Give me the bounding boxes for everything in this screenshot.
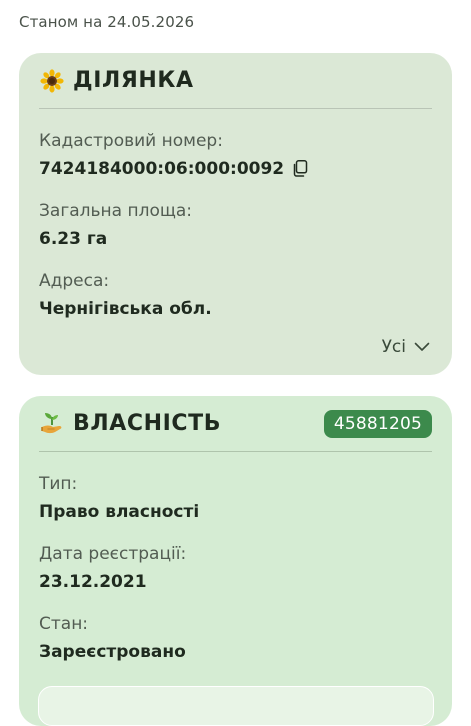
registration-date-label: Дата реєстрації: — [39, 544, 187, 564]
show-all-button[interactable]: Усі — [382, 337, 430, 357]
plot-card-title: ДІЛЯНКА — [73, 68, 194, 93]
cadastral-number-value: 7424184000:06:000:0092 — [39, 159, 285, 179]
ownership-type-value: Право власності — [39, 502, 200, 522]
registration-date-value: 23.12.2021 — [39, 572, 147, 592]
show-all-label: Усі — [381, 337, 406, 357]
cadastral-number-row: 7424184000:06:000:0092 — [39, 159, 432, 179]
plot-card: ДІЛЯНКА Кадастровий номер: 7424184000:06… — [19, 53, 452, 375]
ownership-card: ВЛАСНІСТЬ 45881205 Тип: Право власності … — [19, 396, 452, 726]
sunflower-icon — [39, 68, 65, 94]
ownership-card-title: ВЛАСНІСТЬ — [73, 411, 222, 436]
status-value: Зареєстровано — [39, 642, 186, 662]
as-of-date: Станом на 24.05.2026 — [19, 13, 195, 31]
chevron-down-icon — [414, 342, 430, 352]
cadastral-number-label: Кадастровий номер: — [39, 131, 223, 151]
address-label: Адреса: — [39, 271, 110, 291]
ownership-card-header: ВЛАСНІСТЬ 45881205 — [39, 396, 432, 452]
ownership-type-label: Тип: — [39, 474, 78, 494]
seedling-hand-icon — [39, 411, 65, 437]
ownership-id-badge: 45881205 — [323, 409, 432, 438]
ownership-details-panel[interactable] — [38, 686, 434, 726]
address-value: Чернігівська обл. — [39, 299, 212, 319]
total-area-label: Загальна площа: — [39, 201, 193, 221]
total-area-value: 6.23 га — [39, 229, 108, 249]
status-label: Стан: — [39, 614, 89, 634]
copy-icon[interactable] — [292, 160, 308, 178]
plot-card-header: ДІЛЯНКА — [39, 53, 432, 109]
